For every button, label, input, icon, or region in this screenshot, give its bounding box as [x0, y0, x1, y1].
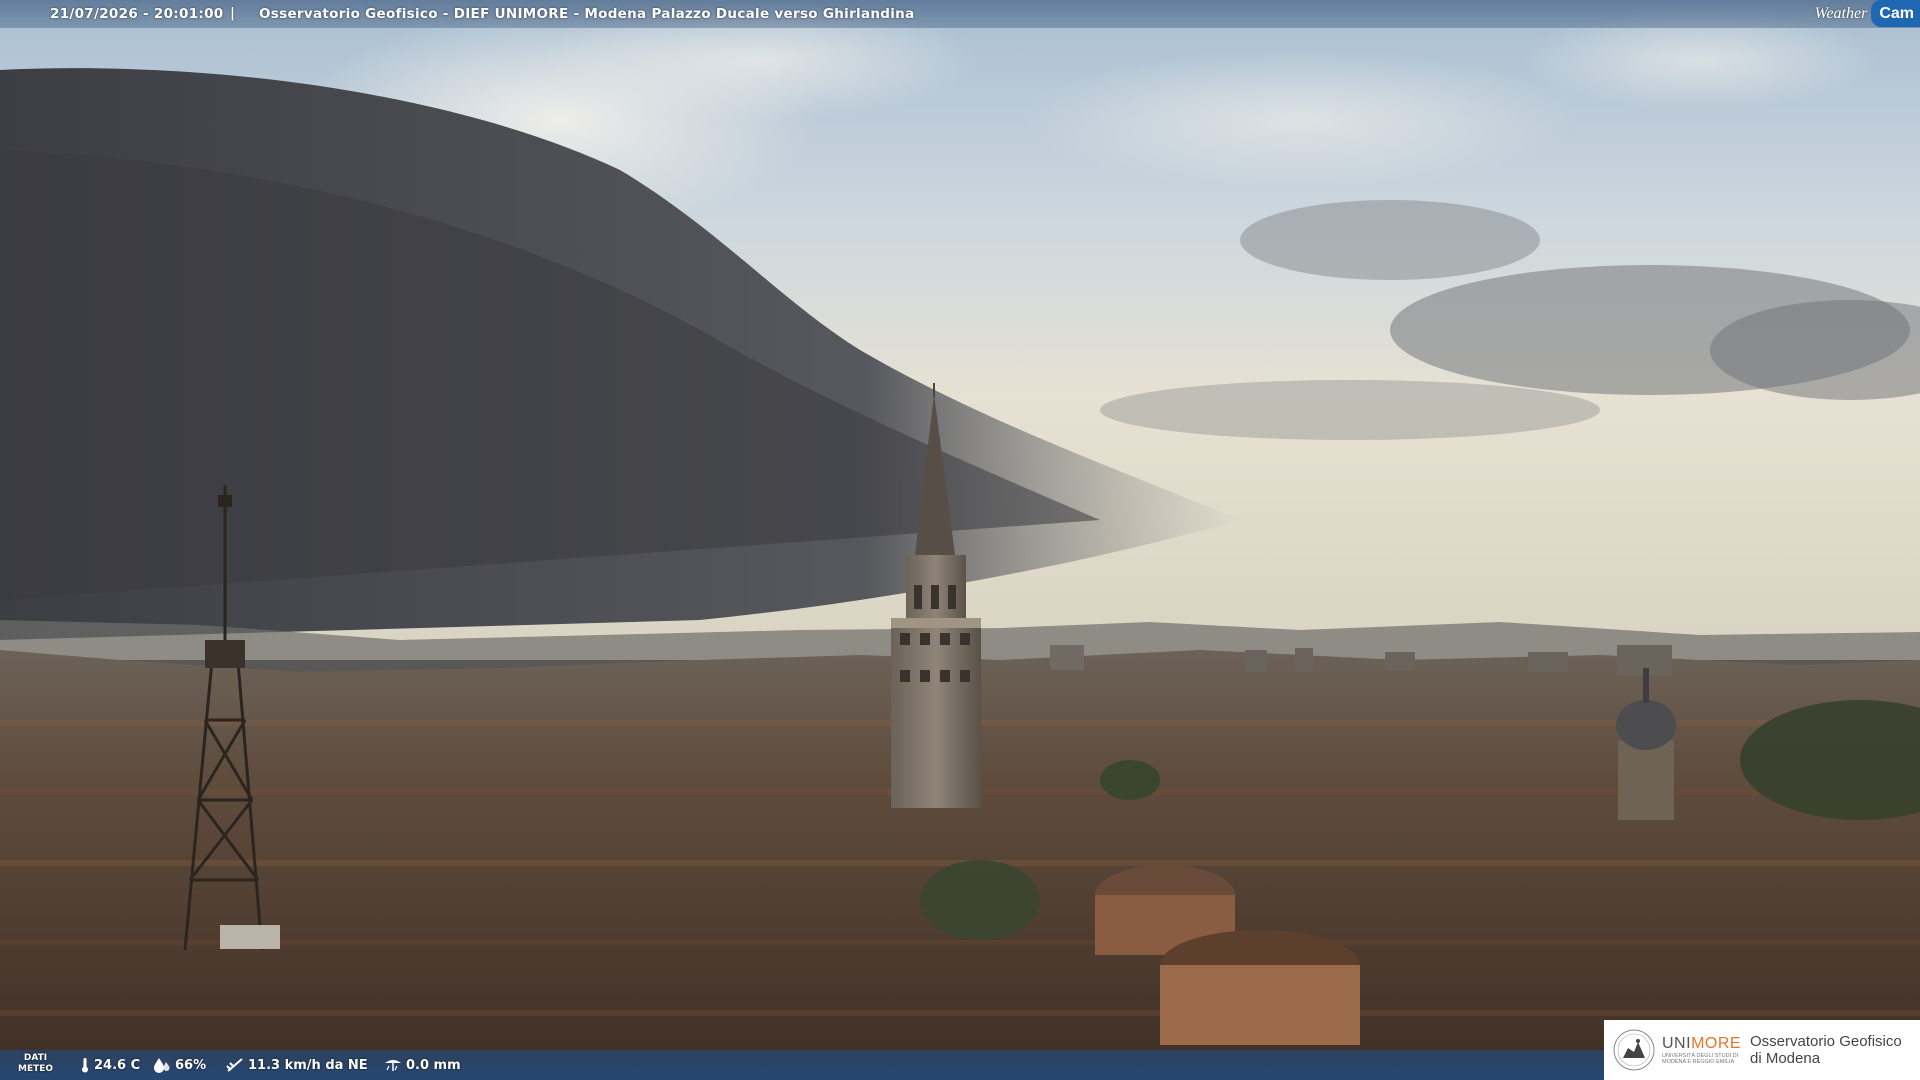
weathercam-logo-cam: Cam: [1871, 0, 1920, 27]
temperature-value: 24.6 C: [94, 1057, 141, 1073]
humidity-drop-icon: [154, 1058, 170, 1073]
rain-gauge-icon: [385, 1060, 401, 1071]
city-skyline-photo: [0, 0, 1920, 1080]
wind-value: 11.3 km/h da NE: [248, 1057, 368, 1073]
wind-reading: 11.3 km/h da NE: [226, 1057, 368, 1073]
unimore-wordmark: UNIMORE UNIVERSITÀ DEGLI STUDI DI MODENA…: [1662, 1035, 1742, 1065]
unimore-observatory-logo: UNIMORE UNIVERSITÀ DEGLI STUDI DI MODENA…: [1604, 1020, 1920, 1080]
observatory-name-line1: Osservatorio Geofisico: [1750, 1033, 1902, 1050]
header-separator: |: [230, 5, 236, 21]
weathercam-logo-weather: Weather: [1814, 4, 1868, 22]
weathercam-logo: Weather Cam: [1811, 0, 1920, 27]
wind-vane-icon: [226, 1058, 243, 1072]
unimore-subtitle: UNIVERSITÀ DEGLI STUDI DI MODENA E REGGI…: [1662, 1053, 1739, 1065]
unimore-name-suffix: MORE: [1691, 1035, 1742, 1052]
unimore-name-prefix: UNI: [1662, 1035, 1692, 1052]
weather-data-label-line2: METEO: [18, 1064, 54, 1074]
timestamp: 21/07/2026 - 20:01:00: [50, 6, 224, 22]
observatory-name-line2: di Modena: [1750, 1050, 1821, 1067]
temperature-reading: 24.6 C: [80, 1057, 140, 1073]
unimore-name: UNIMORE: [1662, 1035, 1742, 1053]
observatory-name: Osservatorio Geofisico di Modena: [1750, 1033, 1902, 1067]
weather-data-label-line1: DATI: [23, 1053, 48, 1063]
weather-data-label: DATI METEO: [18, 1053, 53, 1075]
humidity-value: 66%: [175, 1057, 207, 1073]
camera-title: Osservatorio Geofisico - DIEF UNIMORE - …: [259, 6, 915, 22]
university-seal-icon: [1613, 1029, 1655, 1071]
thermometer-icon: [82, 1058, 88, 1073]
webcam-frame: 21/07/2026 - 20:01:00 | Osservatorio Geo…: [0, 0, 1920, 1080]
rain-reading: 0.0 mm: [384, 1057, 461, 1073]
webcam-header-bar: 21/07/2026 - 20:01:00 | Osservatorio Geo…: [0, 0, 1920, 28]
humidity-reading: 66%: [153, 1057, 206, 1073]
rain-value: 0.0 mm: [406, 1057, 461, 1073]
